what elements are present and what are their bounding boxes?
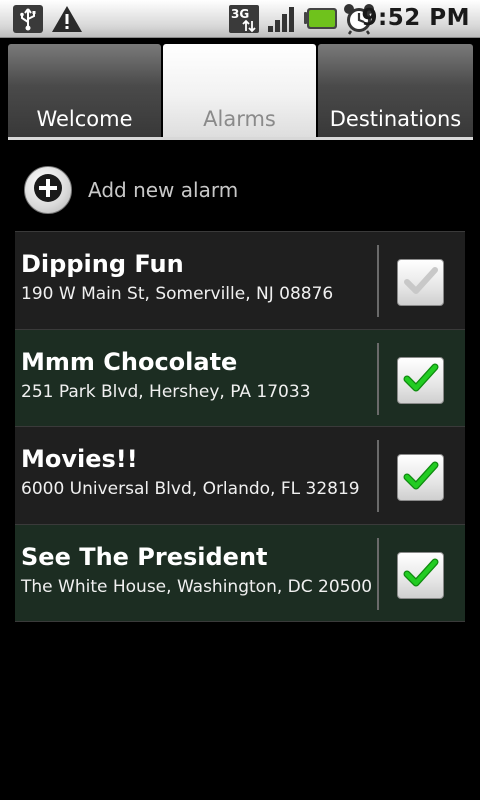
alarm-enabled-checkbox[interactable] <box>397 454 444 501</box>
alarm-row[interactable]: Dipping Fun 190 W Main St, Somerville, N… <box>15 232 465 330</box>
row-divider <box>377 440 379 512</box>
tab-alarms-label: Alarms <box>203 107 276 131</box>
warning-icon <box>50 4 84 38</box>
checkmark-icon <box>403 557 439 593</box>
checkmark-icon <box>403 460 439 496</box>
row-divider <box>377 245 379 317</box>
status-time: 9:52 PM <box>361 5 470 31</box>
alarm-row[interactable]: See The President The White House, Washi… <box>15 524 465 622</box>
checkmark-icon <box>403 265 439 301</box>
tab-bar: Welcome Alarms Destinations <box>8 44 473 140</box>
battery-icon <box>304 7 338 35</box>
status-bar: 3G 9:52 PM <box>0 0 480 38</box>
plus-icon <box>33 173 63 207</box>
alarm-address: 6000 Universal Blvd, Orlando, FL 32819 <box>21 479 360 499</box>
network-type-label: 3G <box>231 7 249 21</box>
alarm-enabled-checkbox[interactable] <box>397 259 444 306</box>
alarm-title: Movies!! <box>21 445 138 473</box>
alarm-address: The White House, Washington, DC 20500 <box>21 576 373 597</box>
alarm-title: Dipping Fun <box>21 250 184 278</box>
checkmark-icon <box>403 362 439 398</box>
signal-icon <box>266 4 298 38</box>
tab-underline <box>8 137 473 140</box>
row-divider <box>377 537 379 610</box>
alarm-list: Dipping Fun 190 W Main St, Somerville, N… <box>15 231 465 622</box>
tab-welcome-label: Welcome <box>36 107 133 131</box>
alarm-enabled-checkbox[interactable] <box>397 356 444 404</box>
alarm-row[interactable]: Mmm Chocolate 251 Park Blvd, Hershey, PA… <box>15 329 465 427</box>
alarm-title: Mmm Chocolate <box>21 347 238 376</box>
add-alarm-button[interactable] <box>24 166 72 214</box>
tab-destinations[interactable]: Destinations <box>318 44 473 137</box>
tab-alarms[interactable]: Alarms <box>163 44 316 137</box>
network-type-icon: 3G <box>228 4 260 38</box>
tab-welcome[interactable]: Welcome <box>8 44 161 137</box>
row-divider <box>377 342 379 415</box>
add-alarm-row[interactable]: Add new alarm <box>24 158 238 222</box>
add-alarm-label[interactable]: Add new alarm <box>88 178 238 202</box>
alarm-address: 190 W Main St, Somerville, NJ 08876 <box>21 284 334 304</box>
alarm-enabled-checkbox[interactable] <box>397 551 444 599</box>
usb-icon <box>12 4 44 38</box>
alarm-address: 251 Park Blvd, Hershey, PA 17033 <box>21 381 311 402</box>
tab-destinations-label: Destinations <box>329 107 462 131</box>
alarm-row[interactable]: Movies!! 6000 Universal Blvd, Orlando, F… <box>15 427 465 525</box>
alarm-title: See The President <box>21 542 268 571</box>
